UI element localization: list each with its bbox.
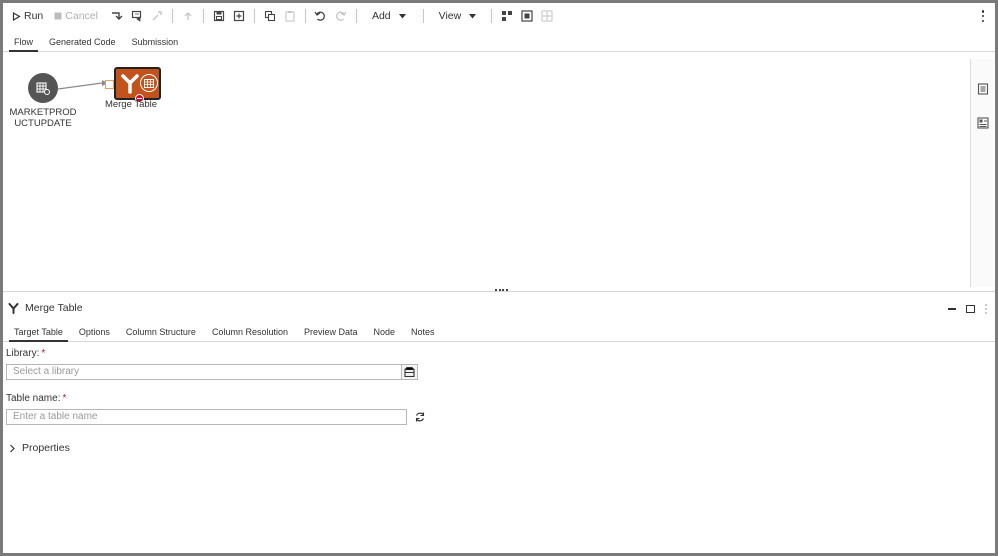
tab-column-structure[interactable]: Column Structure [118,322,204,341]
input-port[interactable] [105,80,114,89]
chevron-right-icon [10,444,15,452]
browse-library-button[interactable] [401,364,418,380]
tab-node[interactable]: Node [366,322,404,341]
library-input[interactable]: Select a library [6,364,403,380]
refresh-icon[interactable] [414,411,426,423]
required-marker: * [41,348,46,359]
source-table-node[interactable] [28,73,58,103]
node-list-pane-icon[interactable] [977,117,989,129]
app-window: Run Cancel Add View Flow Generated Code … [3,3,995,553]
library-field-label: Library: * [6,348,46,359]
table-name-input[interactable]: Enter a table name [6,409,407,425]
minimize-icon[interactable] [948,308,956,310]
merge-node-label: Merge Table [104,99,158,110]
table-icon [36,81,50,95]
panel-tab-bar: Target Table Options Column Structure Co… [3,322,995,342]
merge-table-icon [8,302,19,314]
tab-target-table[interactable]: Target Table [6,322,71,342]
pane-splitter[interactable] [3,291,995,292]
table-badge-icon [140,74,158,92]
panel-controls [948,304,987,314]
splitter-grip-icon[interactable] [495,289,508,291]
maximize-icon[interactable] [966,305,975,313]
flow-canvas[interactable]: MARKETPROD UCTUPDATE Merge Table [3,3,995,287]
tab-preview-data[interactable]: Preview Data [296,322,366,341]
required-marker: * [62,393,67,404]
right-side-rail [970,59,994,287]
properties-label: Properties [22,442,70,454]
source-node-label: MARKETPROD UCTUPDATE [9,107,77,129]
merge-table-node[interactable] [114,67,161,103]
panel-more-options-icon[interactable] [985,304,987,314]
tab-notes[interactable]: Notes [403,322,443,341]
tab-column-resolution[interactable]: Column Resolution [204,322,296,341]
details-pane-icon[interactable] [977,83,989,95]
panel-title: Merge Table [25,302,83,314]
table-name-field-label: Table name: * [6,393,67,404]
properties-section-toggle[interactable]: Properties [9,442,70,454]
library-icon [404,367,415,377]
tab-options[interactable]: Options [71,322,118,341]
merge-icon [121,74,139,94]
panel-header: Merge Table [8,302,83,314]
